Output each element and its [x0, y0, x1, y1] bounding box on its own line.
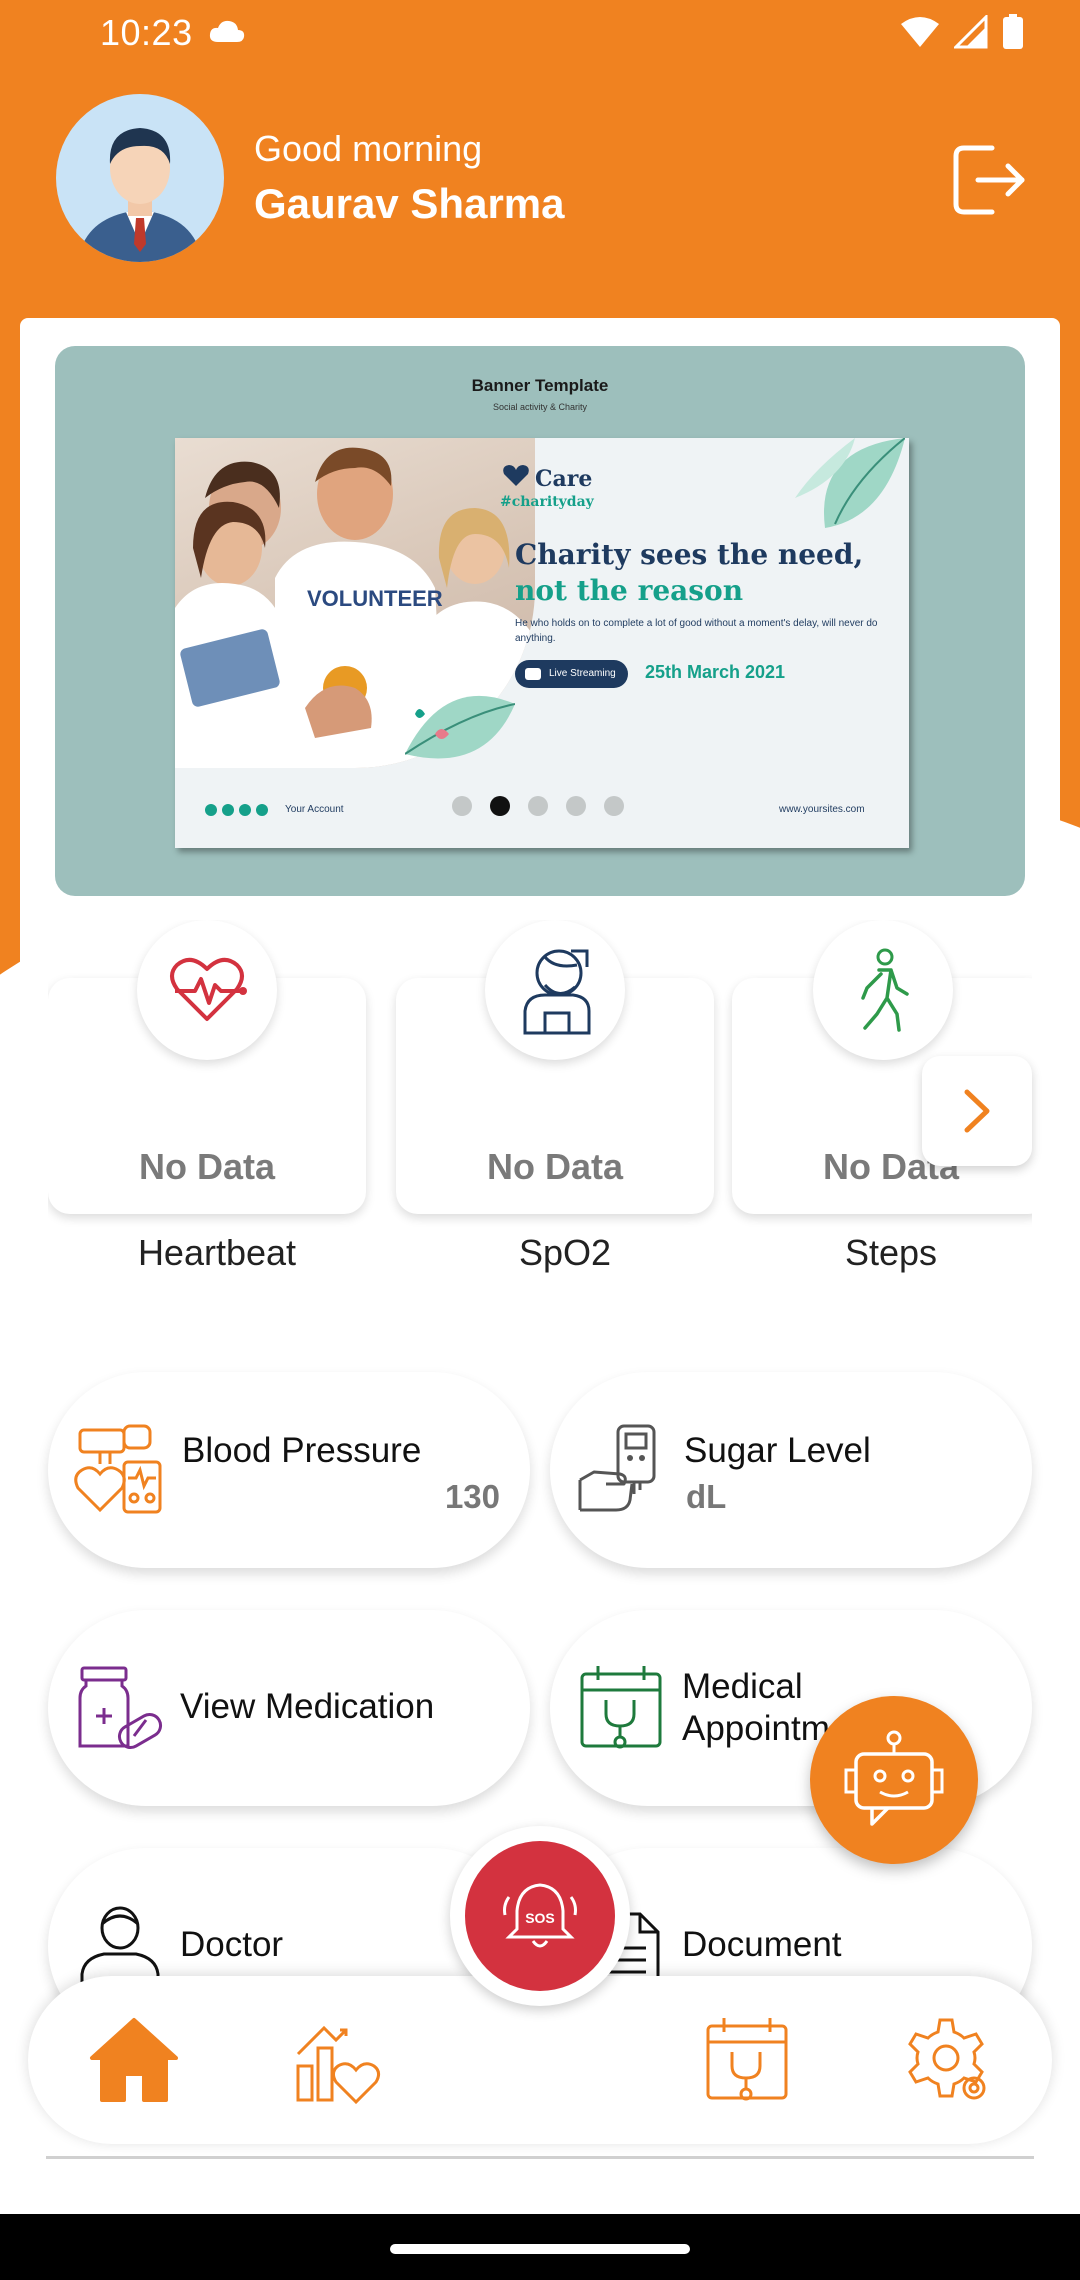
greeting-text: Good morning: [254, 128, 483, 169]
status-time: 10:23: [100, 12, 193, 53]
view-medication-card[interactable]: View Medication: [48, 1610, 530, 1806]
carousel-dot[interactable]: [604, 796, 624, 816]
vital-card-spo2[interactable]: No Data SpO2: [396, 920, 714, 1290]
leaf-decoration-2: [405, 695, 515, 759]
settings-gear-icon[interactable]: [900, 2014, 992, 2106]
cloud-icon: [208, 18, 246, 49]
vitals-next-button[interactable]: [922, 1056, 1032, 1166]
logout-icon: [953, 145, 1025, 215]
banner-image: VOLUNTEER Care #charityday Charity sees …: [175, 438, 909, 848]
banner-headline-2: not the reason: [515, 574, 744, 607]
vital-label: Heartbeat: [137, 1232, 297, 1273]
carousel-dot[interactable]: [528, 796, 548, 816]
carousel-dot[interactable]: [566, 796, 586, 816]
document-title: Document: [682, 1925, 842, 1964]
blood-pressure-value: 130: [444, 1478, 500, 1515]
chatbot-button[interactable]: [810, 1696, 978, 1864]
social-icons: [205, 804, 268, 816]
medical-appointment-title-line1: Medical: [682, 1667, 803, 1706]
carousel-dot[interactable]: [452, 796, 472, 816]
sos-inner: SOS: [465, 1841, 615, 1991]
sos-label: SOS: [525, 1910, 555, 1926]
vital-label: Steps: [844, 1232, 938, 1273]
sugar-level-value: dL: [686, 1478, 727, 1515]
banner-hashtag: #charityday: [500, 494, 594, 510]
banner-title: Banner Template: [471, 376, 609, 395]
banner-headline-1: Charity sees the need,: [515, 538, 864, 571]
vital-card-heartbeat[interactable]: No Data Heartbeat: [48, 920, 366, 1290]
banner-website: www.yoursites.com: [779, 804, 865, 815]
logout-button[interactable]: [950, 140, 1030, 220]
battery-icon: [1002, 14, 1024, 55]
banner-account-label: Your Account: [285, 804, 344, 815]
care-heart-logo: [503, 465, 529, 486]
appointment-calendar-icon[interactable]: [702, 2014, 794, 2106]
live-streaming-label: Live Streaming: [549, 668, 616, 679]
status-icons: [900, 13, 1024, 55]
vital-value: No Data: [486, 1146, 624, 1187]
banner-date: 25th March 2021: [645, 662, 786, 682]
avatar[interactable]: [56, 94, 224, 262]
vital-card[interactable]: No Data: [396, 920, 714, 1214]
doctor-oxygen-icon: [523, 949, 591, 1035]
glucometer-icon: [578, 1424, 656, 1512]
blood-pressure-title: Blood Pressure: [182, 1431, 422, 1470]
sos-button[interactable]: SOS: [450, 1826, 630, 2006]
robot-icon: [844, 1730, 944, 1826]
play-icon: [525, 668, 541, 680]
sugar-level-card[interactable]: Sugar Level dL: [550, 1372, 1032, 1568]
blood-pressure-card[interactable]: Blood Pressure 130: [48, 1372, 530, 1568]
alarm-bell-icon: SOS: [503, 1883, 577, 1948]
status-bar: 10:23: [0, 0, 1080, 66]
view-medication-title: View Medication: [180, 1687, 435, 1726]
vital-label: SpO2: [518, 1232, 612, 1273]
medication-icon: [78, 1666, 163, 1749]
banner-brand: Care: [535, 466, 593, 492]
doctor-title: Doctor: [180, 1925, 284, 1964]
banner-subtitle: Social activity & Charity: [492, 402, 588, 412]
heartbeat-icon: [170, 957, 247, 1021]
divider: [46, 2156, 1034, 2159]
sugar-level-title: Sugar Level: [684, 1431, 871, 1470]
vital-card[interactable]: No Data: [48, 920, 366, 1214]
health-stats-icon[interactable]: [290, 2014, 382, 2106]
vital-icon-circle: [485, 920, 625, 1060]
banner-body-text: He who holds on to complete a lot of goo…: [515, 618, 878, 644]
live-streaming-badge: Live Streaming: [515, 660, 628, 688]
chevron-right-icon: [964, 1089, 990, 1133]
blood-pressure-icon: [74, 1424, 162, 1514]
vital-icon-circle: [137, 920, 277, 1060]
svg-text:VOLUNTEER: VOLUNTEER: [307, 586, 443, 611]
walking-icon: [861, 948, 909, 1032]
home-icon[interactable]: [88, 2014, 180, 2106]
home-gesture-pill[interactable]: [390, 2244, 690, 2254]
vital-value: No Data: [138, 1146, 276, 1187]
vitals-row: No Data Heartbeat No Data SpO2 No Data S…: [48, 920, 1032, 1290]
user-name: Gaurav Sharma: [254, 180, 565, 227]
carousel-dots: [452, 796, 624, 816]
carousel-dot-active[interactable]: [490, 796, 510, 816]
signal-icon: [952, 13, 988, 54]
vital-icon-circle: [813, 920, 953, 1060]
wifi-icon: [900, 16, 940, 53]
calendar-stethoscope-icon: [580, 1666, 662, 1749]
